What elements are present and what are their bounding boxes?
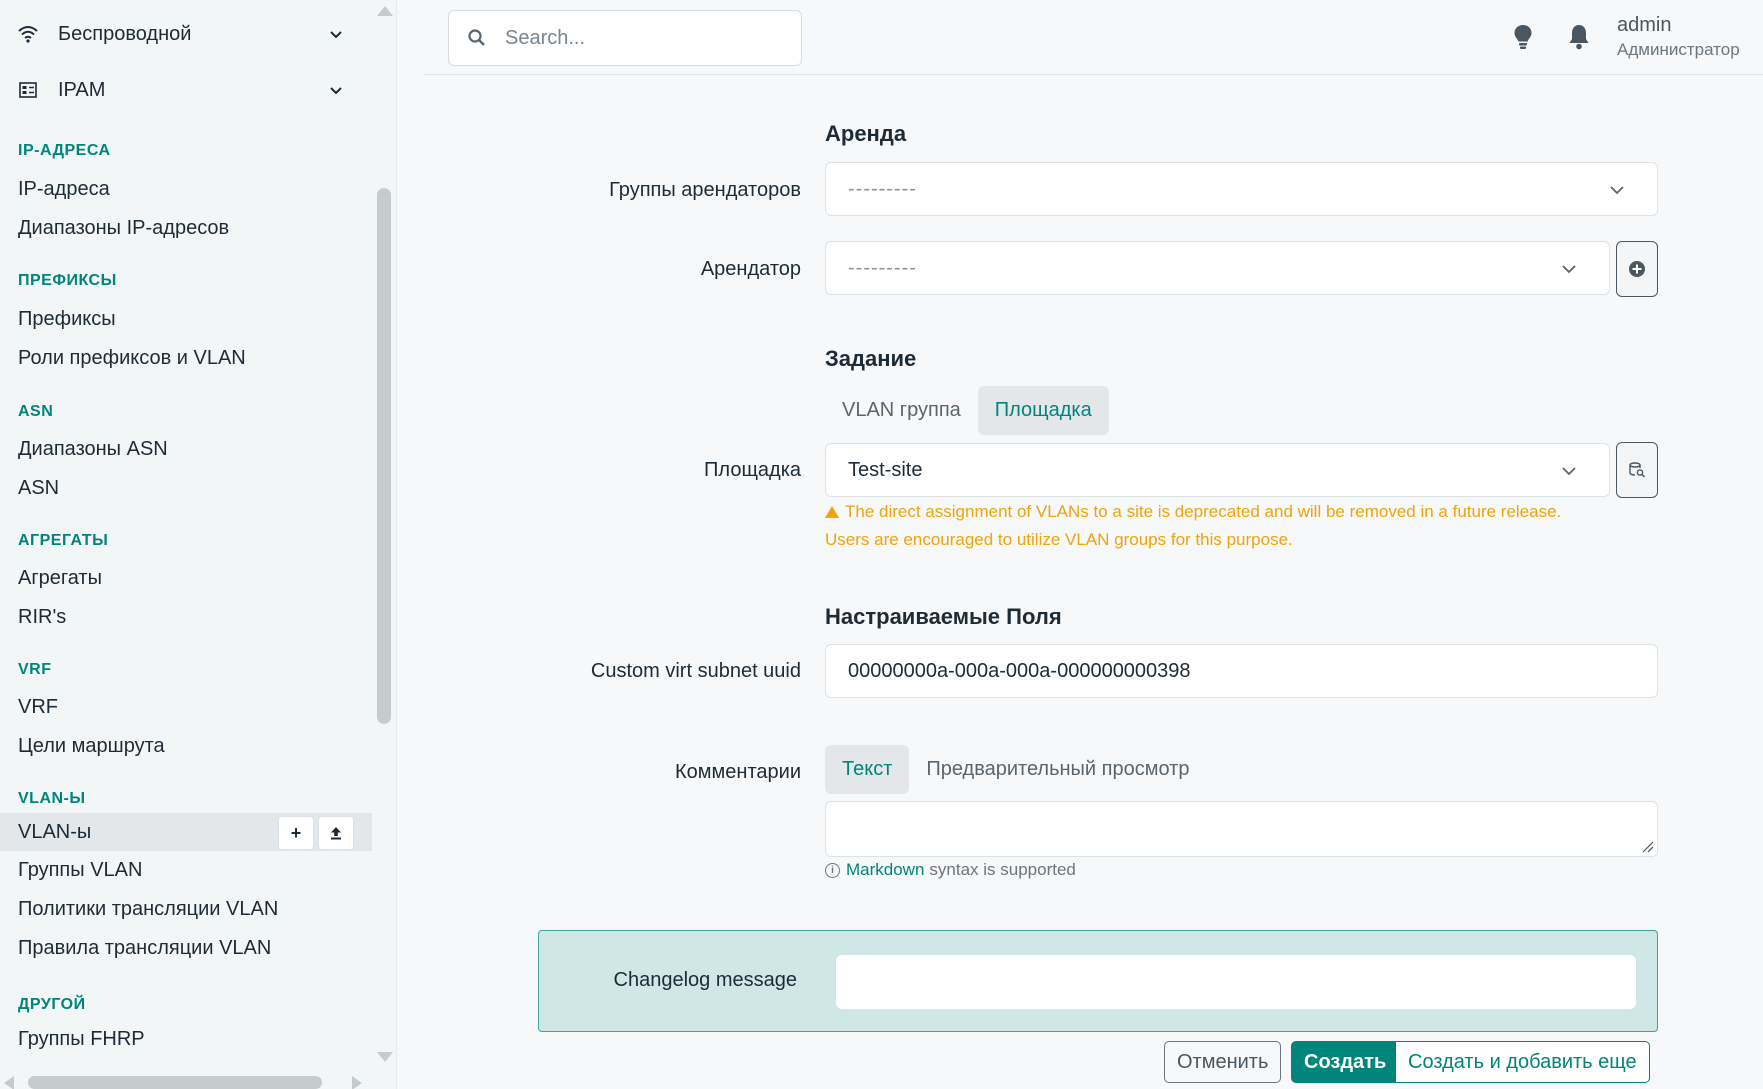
topbar: admin Администратор — [424, 0, 1763, 75]
chevron-down-icon — [1562, 265, 1576, 274]
section-aggregates: АГРЕГАТЫ — [18, 532, 109, 549]
tenant-value: --------- — [848, 256, 917, 279]
item-actions: + — [278, 816, 354, 850]
sidebar-item-vlans[interactable]: VLAN-ы + — [0, 813, 372, 851]
scroll-left-arrow[interactable] — [4, 1076, 14, 1089]
sidebar: Беспроводной IPAM IP-АДРЕСА IP-адреса Ди… — [0, 0, 397, 1089]
markdown-link[interactable]: Markdown — [846, 860, 924, 880]
tenant-select[interactable]: --------- — [825, 241, 1610, 295]
section-prefixes: ПРЕФИКСЫ — [18, 272, 117, 289]
sidebar-item-route-targets[interactable]: Цели маршрута — [0, 727, 372, 765]
section-other: ДРУГОЙ — [18, 996, 86, 1013]
scroll-right-arrow[interactable] — [352, 1076, 362, 1089]
section-heading-tenancy: Аренда — [825, 121, 907, 146]
lightbulb-icon[interactable] — [1509, 22, 1537, 52]
search-box[interactable] — [448, 10, 802, 66]
menu-group-wireless[interactable]: Беспроводной — [0, 12, 372, 56]
section-ip-addresses: IP-АДРЕСА — [18, 142, 111, 159]
section-heading-assignment: Задание — [825, 346, 917, 371]
site-selector-button[interactable] — [1616, 442, 1658, 498]
vertical-scrollbar-thumb[interactable] — [377, 188, 391, 724]
tab-preview[interactable]: Предварительный просмотр — [909, 745, 1206, 794]
user-name[interactable]: admin — [1617, 14, 1671, 37]
sidebar-item-label: VLAN-ы — [18, 820, 92, 843]
changelog-panel: Changelog message — [538, 930, 1658, 1032]
warning-text-line2: Users are encouraged to utilize VLAN gro… — [825, 530, 1293, 549]
sidebar-item-ip-addresses[interactable]: IP-адреса — [0, 170, 372, 208]
info-icon: i — [825, 862, 840, 878]
site-select[interactable]: Test-site — [825, 443, 1610, 497]
sidebar-item-rirs[interactable]: RIR's — [0, 598, 372, 636]
chevron-down-icon — [1562, 467, 1576, 476]
database-search-icon — [1629, 462, 1646, 478]
upload-icon — [331, 827, 341, 840]
comments-textarea[interactable] — [825, 801, 1658, 857]
comments-tabs: Текст Предварительный просмотр — [825, 745, 1206, 794]
add-tenant-button[interactable] — [1616, 241, 1658, 297]
menu-group-ipam[interactable]: IPAM — [0, 68, 372, 112]
user-role: Администратор — [1617, 40, 1740, 59]
section-asn: ASN — [18, 403, 54, 420]
site-value: Test-site — [848, 458, 923, 481]
tab-vlan-group[interactable]: VLAN группа — [825, 386, 978, 435]
menu-group-label: IPAM — [58, 78, 106, 101]
warning-icon — [825, 506, 839, 518]
site-deprecation-warning: The direct assignment of VLANs to a site… — [825, 498, 1665, 554]
section-vlans: VLAN-Ы — [18, 790, 86, 807]
horizontal-scrollbar-thumb[interactable] — [28, 1076, 322, 1089]
create-button[interactable]: Создать — [1291, 1041, 1400, 1083]
warning-text-line1: The direct assignment of VLANs to a site… — [845, 502, 1562, 521]
chevron-down-icon — [330, 87, 342, 95]
sidebar-item-asn-ranges[interactable]: Диапазоны ASN — [0, 430, 372, 468]
sidebar-item-ip-ranges[interactable]: Диапазоны IP-адресов — [0, 209, 372, 247]
sidebar-item-vlan-translation-policies[interactable]: Политики трансляции VLAN — [0, 890, 372, 928]
resize-grip-icon[interactable] — [1642, 841, 1654, 853]
tab-text[interactable]: Текст — [825, 745, 910, 794]
comments-label: Комментарии — [675, 761, 801, 783]
add-vlan-button[interactable]: + — [278, 816, 314, 850]
ipam-icon — [18, 80, 38, 100]
markdown-hint: i Markdown syntax is supported — [825, 860, 1076, 880]
custom-uuid-input[interactable]: 00000000a-000a-000a-000000000398 — [825, 644, 1658, 698]
scroll-down-arrow[interactable] — [377, 1052, 393, 1062]
tenant-label: Арендатор — [700, 258, 801, 280]
sidebar-item-vlan-translation-rules[interactable]: Правила трансляции VLAN — [0, 929, 372, 967]
plus-circle-icon — [1629, 261, 1645, 277]
sidebar-item-asn[interactable]: ASN — [0, 469, 372, 507]
sidebar-item-vrf[interactable]: VRF — [0, 688, 372, 726]
cancel-button[interactable]: Отменить — [1164, 1041, 1282, 1083]
chevron-down-icon — [330, 31, 342, 39]
sidebar-item-aggregates[interactable]: Агрегаты — [0, 559, 372, 597]
scroll-up-arrow[interactable] — [377, 6, 393, 16]
bell-icon[interactable] — [1565, 22, 1593, 52]
section-vrf: VRF — [18, 661, 52, 678]
import-vlan-button[interactable] — [318, 816, 354, 850]
changelog-label: Changelog message — [613, 969, 797, 991]
section-heading-custom-fields: Настраиваемые Поля — [825, 604, 1062, 629]
menu-group-label: Беспроводной — [58, 22, 192, 45]
create-and-add-another-button[interactable]: Создать и добавить еще — [1395, 1041, 1650, 1083]
sidebar-item-fhrp-groups[interactable]: Группы FHRP — [0, 1020, 372, 1058]
site-label: Площадка — [704, 459, 801, 481]
sidebar-item-prefixes[interactable]: Префиксы — [0, 300, 372, 338]
sidebar-item-vlan-groups[interactable]: Группы VLAN — [0, 851, 372, 889]
changelog-input[interactable] — [836, 955, 1636, 1009]
assignment-tabs: VLAN группа Площадка — [825, 386, 1109, 435]
markdown-hint-text: syntax is supported — [929, 860, 1076, 879]
tenant-group-label: Группы арендаторов — [609, 179, 801, 201]
sidebar-item-prefix-vlan-roles[interactable]: Роли префиксов и VLAN — [0, 339, 372, 377]
tab-site[interactable]: Площадка — [977, 386, 1109, 435]
tenant-group-select[interactable]: --------- — [825, 162, 1658, 216]
wifi-icon — [18, 24, 38, 44]
chevron-down-icon — [1610, 186, 1624, 195]
search-input[interactable] — [505, 26, 785, 50]
tenant-group-value: --------- — [848, 177, 917, 200]
search-icon — [468, 29, 485, 46]
custom-uuid-label: Custom virt subnet uuid — [590, 660, 801, 682]
